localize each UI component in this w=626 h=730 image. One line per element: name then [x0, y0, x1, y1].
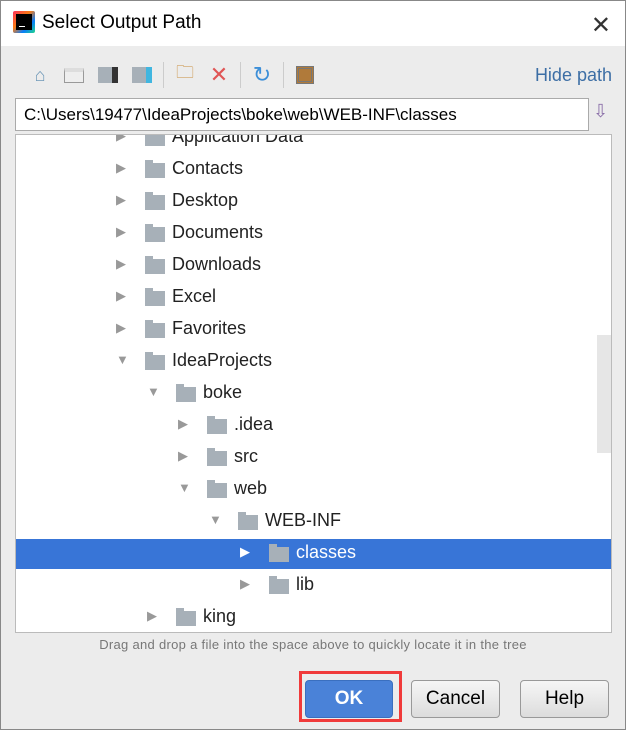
folder-icon	[176, 384, 196, 402]
collapsed-arrow-icon[interactable]: ▶	[240, 576, 250, 592]
tree-item-label: .idea	[234, 414, 274, 434]
collapsed-arrow-icon[interactable]: ▶	[178, 448, 188, 464]
home-icon[interactable]: ⌂	[23, 61, 57, 89]
folder-icon	[207, 480, 227, 498]
module-folder-icon[interactable]	[125, 61, 159, 89]
path-history-icon[interactable]: ⇩	[593, 101, 613, 127]
delete-icon[interactable]: ✕	[202, 61, 236, 89]
folder-icon	[145, 135, 165, 146]
select-output-path-dialog: Select Output Path ✕ ⌂ 🗀 ✕ ↻ Hide path C…	[0, 0, 626, 730]
folder-icon	[145, 256, 165, 274]
desktop-icon[interactable]	[57, 61, 91, 89]
tree-item[interactable]: ▶ Desktop	[16, 187, 611, 217]
folder-icon	[207, 416, 227, 434]
project-folder-icon[interactable]	[91, 61, 125, 89]
expanded-arrow-icon[interactable]: ▼	[116, 352, 129, 367]
drag-drop-hint: Drag and drop a file into the space abov…	[99, 637, 527, 652]
tree-item-label: Contacts	[172, 158, 244, 178]
tree-item[interactable]: ▶ Favorites	[16, 315, 611, 345]
collapsed-arrow-icon[interactable]: ▶	[116, 320, 126, 336]
folder-icon	[269, 544, 289, 562]
collapsed-arrow-icon[interactable]: ▶	[147, 608, 157, 624]
folder-icon	[145, 224, 165, 242]
refresh-icon[interactable]: ↻	[245, 61, 279, 89]
collapsed-arrow-icon[interactable]: ▶	[116, 224, 126, 240]
tree-item[interactable]: ▼ WEB-INF	[16, 507, 611, 537]
tree-item[interactable]: ▶ Contacts	[16, 155, 611, 185]
tree-item-label: lib	[296, 574, 315, 594]
tree-item[interactable]: ▶ king	[16, 603, 611, 632]
collapsed-arrow-icon[interactable]: ▶	[116, 256, 126, 272]
tree-item[interactable]: ▶ Documents	[16, 219, 611, 249]
folder-icon	[207, 448, 227, 466]
tree-item[interactable]: ▶ lib	[16, 571, 611, 601]
expanded-arrow-icon[interactable]: ▼	[147, 384, 160, 399]
ok-button[interactable]: OK	[305, 680, 393, 718]
help-button[interactable]: Help	[520, 680, 609, 718]
toolbar-separator	[240, 62, 241, 88]
tree-item-label: king	[203, 606, 237, 626]
show-hidden-icon[interactable]	[288, 61, 322, 89]
folder-icon	[145, 352, 165, 370]
cancel-button[interactable]: Cancel	[411, 680, 500, 718]
toolbar-separator	[283, 62, 284, 88]
tree-item[interactable]: ▶ Application Data	[16, 134, 611, 153]
tree-item-label: IdeaProjects	[172, 350, 273, 370]
expanded-arrow-icon[interactable]: ▼	[209, 512, 222, 527]
toolbar-separator	[163, 62, 164, 88]
folder-icon	[145, 160, 165, 178]
new-folder-icon[interactable]: 🗀	[168, 61, 202, 89]
tree-item[interactable]: ▼ boke	[16, 379, 611, 409]
tree-item[interactable]: ▼ IdeaProjects	[16, 347, 611, 377]
tree-item-label: classes	[296, 542, 357, 562]
collapsed-arrow-icon[interactable]: ▶	[116, 288, 126, 304]
close-icon[interactable]: ✕	[591, 11, 611, 40]
toolbar: ⌂ 🗀 ✕ ↻	[23, 59, 322, 91]
tree-item[interactable]: ▶ .idea	[16, 411, 611, 441]
collapsed-arrow-icon[interactable]: ▶	[116, 192, 126, 208]
collapsed-arrow-icon[interactable]: ▶	[178, 416, 188, 432]
hide-path-link[interactable]: Hide path	[535, 65, 612, 86]
collapsed-arrow-icon[interactable]: ▶	[116, 135, 126, 144]
dialog-title: Select Output Path	[42, 12, 202, 33]
tree-item[interactable]: ▶ classes	[16, 539, 611, 569]
tree-item-label: Favorites	[172, 318, 247, 338]
tree-item-label: boke	[203, 382, 243, 402]
tree-item-label: WEB-INF	[265, 510, 341, 530]
folder-icon	[145, 288, 165, 306]
tree-item-label: web	[234, 478, 268, 498]
tree-item[interactable]: ▼ web	[16, 475, 611, 505]
folder-icon	[238, 512, 258, 530]
tree-item-label: src	[234, 446, 258, 466]
collapsed-arrow-icon[interactable]: ▶	[240, 544, 250, 560]
folder-icon	[269, 576, 289, 594]
tree-item-label: Excel	[172, 286, 217, 306]
collapsed-arrow-icon[interactable]: ▶	[116, 160, 126, 176]
folder-icon	[145, 320, 165, 338]
tree-item[interactable]: ▶ Downloads	[16, 251, 611, 281]
path-input[interactable]: C:\Users\19477\IdeaProjects\boke\web\WEB…	[15, 98, 589, 131]
tree-item-label: Documents	[172, 222, 264, 242]
tree-item-label: Application Data	[172, 134, 304, 146]
file-tree[interactable]: ▶ Application Data ▶ Contacts ▶ Desktop ▶ Docum…	[15, 134, 612, 633]
tree-item[interactable]: ▶ src	[16, 443, 611, 473]
tree-item-label: Downloads	[172, 254, 262, 274]
expanded-arrow-icon[interactable]: ▼	[178, 480, 191, 495]
intellij-logo-icon	[13, 11, 35, 33]
tree-item-label: Desktop	[172, 190, 239, 210]
title-bar: Select Output Path ✕	[1, 1, 625, 46]
tree-item[interactable]: ▶ Excel	[16, 283, 611, 313]
folder-icon	[145, 192, 165, 210]
folder-icon	[176, 608, 196, 626]
